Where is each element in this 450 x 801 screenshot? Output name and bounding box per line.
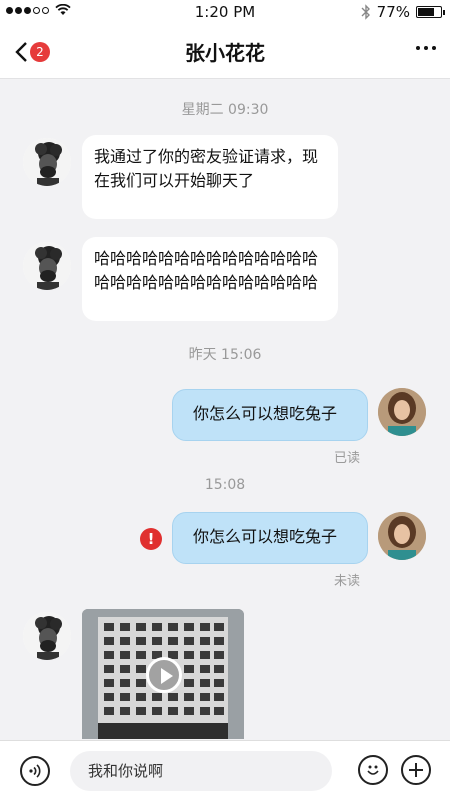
message-bubble-incoming[interactable]: 哈哈哈哈哈哈哈哈哈哈哈哈哈哈哈哈哈哈哈哈哈哈哈哈哈哈哈哈 <box>82 237 338 321</box>
chat-title: 张小花花 <box>185 41 265 65</box>
timestamp: 星期二 09:30 <box>181 102 269 118</box>
plus-icon <box>409 763 423 777</box>
message-bubble-outgoing[interactable]: 你怎么可以想吃兔子 <box>172 512 368 564</box>
user-avatar[interactable] <box>378 388 426 436</box>
message-bubble-outgoing[interactable]: 你怎么可以想吃兔子 <box>172 389 368 441</box>
voice-icon <box>29 764 41 778</box>
message-input[interactable] <box>70 751 332 791</box>
smiley-icon <box>367 765 379 775</box>
timestamp: 15:08 <box>204 477 246 493</box>
add-button[interactable] <box>401 755 431 785</box>
chat-area[interactable]: 星期二 09:30 我通过了你的密友验证请求，现在我们可以开始聊天了 哈哈哈哈哈… <box>0 79 450 739</box>
battery-percent: 77% <box>376 3 410 21</box>
nav-bar: 2 张小花花 <box>0 24 450 79</box>
battery-icon <box>416 6 445 18</box>
play-icon[interactable] <box>146 657 182 693</box>
video-message[interactable] <box>82 609 244 739</box>
message-text: 你怎么可以想吃兔子 <box>193 404 338 423</box>
read-status: 已读 <box>334 451 361 466</box>
contact-avatar[interactable] <box>23 242 71 290</box>
send-failed-icon[interactable]: ! <box>140 528 162 550</box>
status-right: 77% <box>361 3 445 21</box>
message-text: 哈哈哈哈哈哈哈哈哈哈哈哈哈哈哈哈哈哈哈哈哈哈哈哈哈哈哈哈 <box>94 249 319 292</box>
timestamp: 昨天 15:06 <box>188 347 262 363</box>
read-status: 未读 <box>334 574 361 589</box>
voice-toggle-button[interactable] <box>20 756 50 786</box>
battery-fill <box>418 8 435 16</box>
message-text: 你怎么可以想吃兔子 <box>193 527 338 546</box>
user-avatar[interactable] <box>378 512 426 560</box>
contact-avatar[interactable] <box>23 138 71 186</box>
bluetooth-icon <box>361 4 370 20</box>
status-bar: 1:20 PM 77% <box>0 0 450 24</box>
emoji-button[interactable] <box>358 755 388 785</box>
more-options-icon[interactable] <box>416 46 436 50</box>
input-bar <box>0 740 450 801</box>
message-bubble-incoming[interactable]: 我通过了你的密友验证请求，现在我们可以开始聊天了 <box>82 135 338 219</box>
message-text: 我通过了你的密友验证请求，现在我们可以开始聊天了 <box>94 147 319 190</box>
contact-avatar[interactable] <box>23 612 71 660</box>
